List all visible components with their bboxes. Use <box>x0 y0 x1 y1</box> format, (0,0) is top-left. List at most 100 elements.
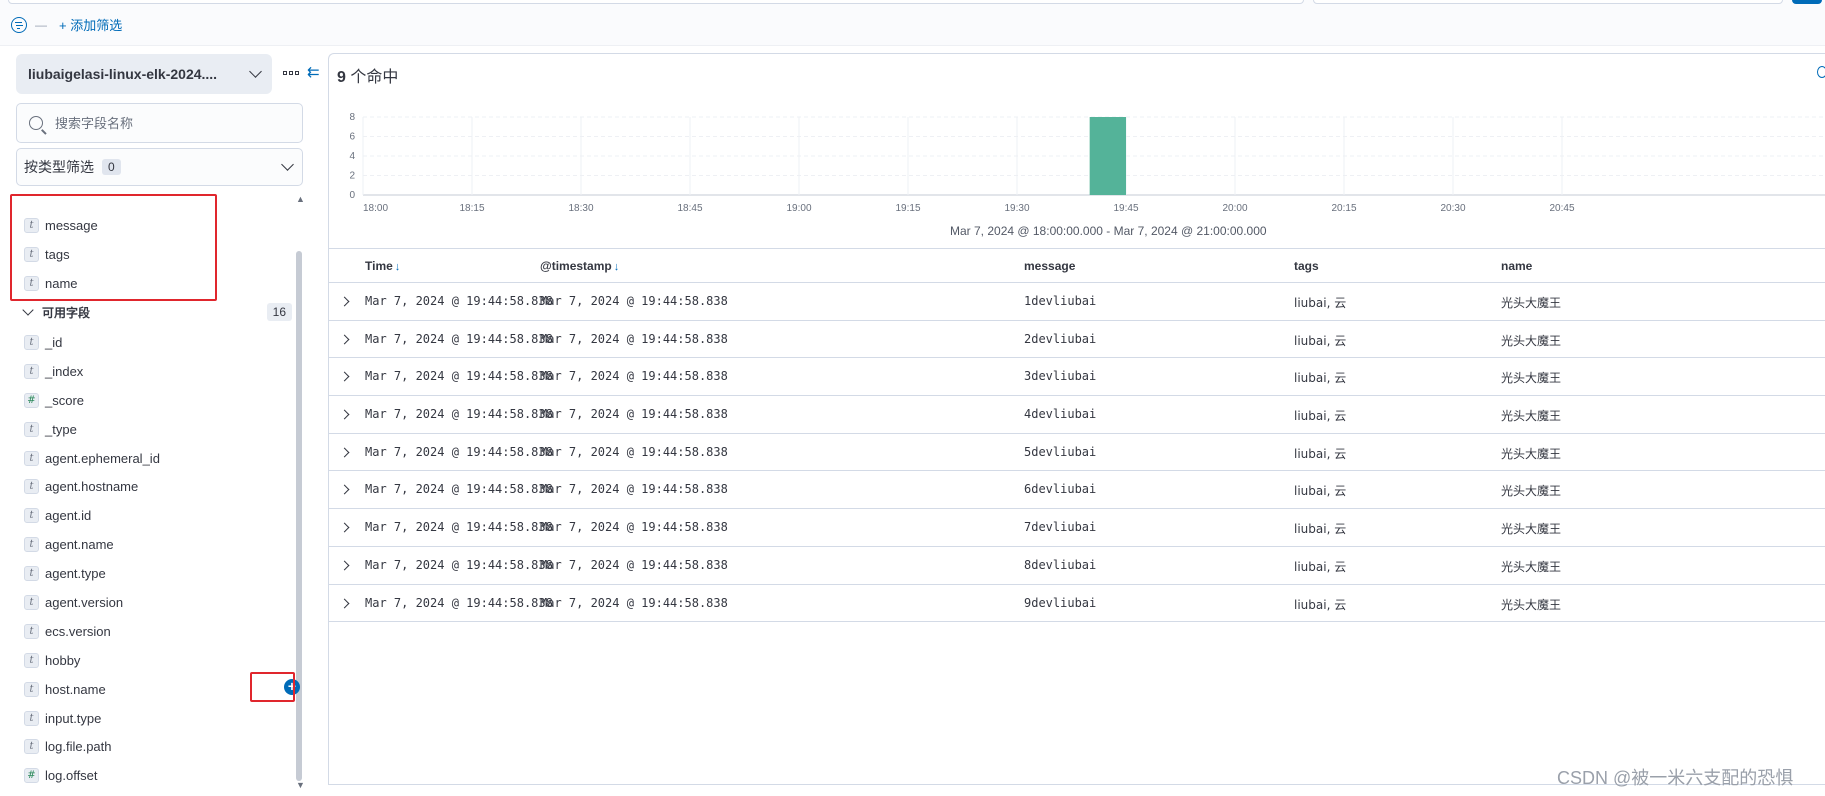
expand-row-icon[interactable] <box>339 444 353 460</box>
table-row[interactable]: Mar 7, 2024 @ 19:44:58.838 Mar 7, 2024 @ … <box>329 283 1825 321</box>
field-item-agent-name[interactable]: t agent.name <box>24 530 294 559</box>
cell-time: Mar 7, 2024 @ 19:44:58.838 <box>365 407 553 422</box>
expand-row-icon[interactable] <box>339 368 353 384</box>
documents-table: Time ↓ @timestamp ↓ message tags name Mar 7, 2… <box>329 248 1825 623</box>
column-header-time[interactable]: Time ↓ <box>365 259 400 273</box>
field-name: agent.version <box>45 594 124 610</box>
available-fields-list: t _id t _index # _score t _type t agent.ephemeral… <box>24 328 300 790</box>
field-item-host-name[interactable]: t host.name + <box>24 675 300 704</box>
available-fields-header[interactable]: 可用字段 16 <box>20 301 292 323</box>
field-item-log-offset[interactable]: # log.offset <box>24 761 294 790</box>
column-header-tags[interactable]: tags <box>1294 259 1319 273</box>
field-item-hobby[interactable]: t hobby <box>24 646 294 675</box>
expand-row-icon[interactable] <box>339 406 353 422</box>
cell-timestamp: Mar 7, 2024 @ 19:44:58.838 <box>540 520 728 535</box>
table-row[interactable]: Mar 7, 2024 @ 19:44:58.838 Mar 7, 2024 @ … <box>329 585 1825 623</box>
cell-time: Mar 7, 2024 @ 19:44:58.838 <box>365 331 553 346</box>
cell-tags: liubai, 云 <box>1294 333 1347 348</box>
expand-row-icon[interactable] <box>339 293 353 309</box>
cell-name: 光头大魔王 <box>1501 371 1562 386</box>
index-pattern-label: liubaigelasi-linux-elk-2024.... <box>28 66 218 82</box>
query-bar-input[interactable] <box>8 0 1304 4</box>
filter-by-type-dropdown[interactable]: 按类型筛选 0 <box>16 148 303 186</box>
string-type-icon: t <box>24 652 39 668</box>
y-tick-label: 0 <box>349 190 355 201</box>
table-row[interactable]: Mar 7, 2024 @ 19:44:58.838 Mar 7, 2024 @ … <box>329 471 1825 510</box>
string-type-icon: t <box>24 363 39 379</box>
x-tick-label: 18:15 <box>459 203 484 214</box>
add-filter-link[interactable]: + 添加筛选 <box>59 15 122 34</box>
cell-message: 7devliubai <box>1024 520 1097 535</box>
field-name: input.type <box>45 710 102 726</box>
field-item-agent-hostname[interactable]: t agent.hostname <box>24 472 294 501</box>
column-header-message[interactable]: message <box>1024 259 1075 273</box>
expand-row-icon[interactable] <box>339 519 353 535</box>
refresh-button[interactable] <box>1792 0 1822 4</box>
field-item-agent-ephemeral-id[interactable]: t agent.ephemeral_id <box>24 444 294 473</box>
more-options-icon[interactable] <box>283 71 299 75</box>
expand-row-icon[interactable] <box>339 481 353 497</box>
field-search-text[interactable] <box>55 115 275 131</box>
cell-timestamp: Mar 7, 2024 @ 19:44:58.838 <box>540 294 728 308</box>
field-item-agent-type[interactable]: t agent.type <box>24 559 294 588</box>
cell-tags: liubai, 云 <box>1294 484 1347 499</box>
cell-name: 光头大魔王 <box>1501 484 1562 499</box>
field-item-input-type[interactable]: t input.type <box>24 704 294 733</box>
table-row[interactable]: Mar 7, 2024 @ 19:44:58.838 Mar 7, 2024 @ … <box>329 396 1825 434</box>
field-item-message[interactable]: t message <box>24 211 294 240</box>
add-field-button[interactable]: + <box>284 678 300 695</box>
expand-row-icon[interactable] <box>339 595 353 611</box>
cell-message: 4devliubai <box>1024 407 1097 422</box>
field-name: log.file.path <box>45 739 112 755</box>
collapse-sidebar-icon[interactable]: ⇇ <box>307 63 320 81</box>
sort-arrow-icon[interactable]: ↓ <box>614 261 620 273</box>
field-item-log-file-path[interactable]: t log.file.path <box>24 732 294 761</box>
table-row[interactable]: Mar 7, 2024 @ 19:44:58.838 Mar 7, 2024 @ … <box>329 547 1825 585</box>
cell-time: Mar 7, 2024 @ 19:44:58.838 <box>365 369 553 384</box>
expand-row-icon[interactable] <box>339 331 353 347</box>
field-name: _id <box>45 334 63 350</box>
field-search-input[interactable] <box>16 103 303 143</box>
cell-timestamp: Mar 7, 2024 @ 19:44:58.838 <box>540 444 728 459</box>
cell-time: Mar 7, 2024 @ 19:44:58.838 <box>365 557 553 572</box>
field-name: agent.name <box>45 537 114 553</box>
field-item-agent-version[interactable]: t agent.version <box>24 588 294 617</box>
column-header-label: message <box>1024 259 1076 273</box>
field-item-type[interactable]: t _type <box>24 415 294 444</box>
column-header-timestamp[interactable]: @timestamp ↓ <box>540 259 619 273</box>
field-item-name[interactable]: t name <box>24 269 294 298</box>
chart-options-icon[interactable] <box>1817 66 1825 78</box>
filter-icon[interactable] <box>11 16 27 33</box>
sidebar-scrollbar[interactable] <box>296 251 302 781</box>
y-tick-label: 2 <box>349 171 355 182</box>
cell-message: 3devliubai <box>1024 369 1097 384</box>
scroll-down-icon[interactable]: ▼ <box>296 780 305 790</box>
table-row[interactable]: Mar 7, 2024 @ 19:44:58.838 Mar 7, 2024 @ … <box>329 321 1825 359</box>
chevron-down-icon <box>22 304 34 316</box>
x-tick-label: 20:15 <box>1331 203 1356 214</box>
field-item-index[interactable]: t _index <box>24 357 294 386</box>
column-header-name[interactable]: name <box>1501 259 1532 273</box>
field-item-ecs-version[interactable]: t ecs.version <box>24 617 294 646</box>
histogram-bar[interactable] <box>1089 117 1126 195</box>
string-type-icon: t <box>24 594 39 610</box>
y-tick-label: 8 <box>349 112 355 123</box>
date-picker[interactable] <box>1313 0 1783 4</box>
index-pattern-selector[interactable]: liubaigelasi-linux-elk-2024.... <box>16 54 272 94</box>
expand-row-icon[interactable] <box>339 557 353 573</box>
table-row[interactable]: Mar 7, 2024 @ 19:44:58.838 Mar 7, 2024 @ … <box>329 434 1825 472</box>
sort-arrow-icon[interactable]: ↓ <box>395 261 401 273</box>
field-name: tags <box>45 246 70 262</box>
field-item-score[interactable]: # _score <box>24 386 294 415</box>
y-tick-label: 4 <box>349 151 355 162</box>
cell-message: 9devliubai <box>1024 595 1097 610</box>
table-row[interactable]: Mar 7, 2024 @ 19:44:58.838 Mar 7, 2024 @ … <box>329 358 1825 397</box>
field-item-agent-id[interactable]: t agent.id <box>24 501 294 530</box>
field-item-id[interactable]: t _id <box>24 328 294 357</box>
field-item-tags[interactable]: t tags <box>24 240 294 269</box>
string-type-icon: t <box>24 739 39 755</box>
table-row[interactable]: Mar 7, 2024 @ 19:44:58.838 Mar 7, 2024 @ … <box>329 509 1825 547</box>
scroll-up-icon[interactable]: ▲ <box>296 194 305 204</box>
column-header-label: tags <box>1294 259 1319 273</box>
string-type-icon: t <box>24 421 39 437</box>
